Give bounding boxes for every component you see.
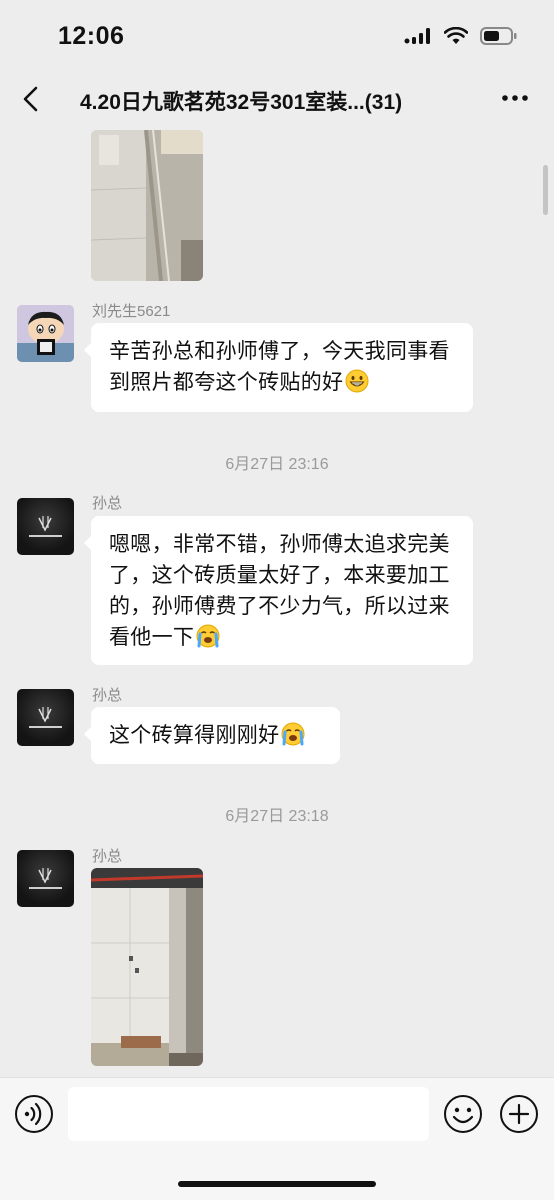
status-icons (404, 26, 518, 46)
loudly-crying-face-icon (196, 624, 220, 648)
message-text: 嗯嗯，非常不错，孙师傅太追求完美了，这个砖质量太好了，本来要加工的，孙师傅费了不… (109, 533, 450, 649)
cartoon-avatar-icon (17, 305, 74, 362)
grinning-face-icon (345, 369, 369, 393)
wifi-icon (444, 27, 468, 44)
photo-wall-tile-icon (91, 130, 203, 281)
sender-name: 孙总 (92, 687, 123, 704)
photo-bathroom-wall-icon (91, 868, 203, 1066)
chat-header: 4.20日九歌茗苑32号301室装...(31) (0, 70, 554, 130)
plus-icon[interactable] (499, 1094, 539, 1134)
ellipsis-icon[interactable] (500, 86, 530, 110)
avatar[interactable] (17, 850, 74, 907)
battery-icon (480, 27, 517, 45)
image-message[interactable] (91, 130, 203, 281)
avatar[interactable] (17, 689, 74, 746)
status-time: 12:06 (58, 22, 125, 50)
loudly-crying-face-icon (281, 722, 305, 746)
message-input[interactable] (68, 1087, 429, 1141)
message-text: 辛苦孙总和孙师傅了，今天我同事看到照片都夸这个砖贴的好 (109, 340, 450, 394)
emoji-icon[interactable] (443, 1094, 483, 1134)
image-message[interactable] (91, 868, 203, 1066)
message-text: 这个砖算得刚刚好 (109, 724, 280, 747)
message-list[interactable]: 刘先生5621 辛苦孙总和孙师傅了，今天我同事看到照片都夸这个砖贴的好 6月27… (0, 130, 554, 1077)
timestamp: 6月27日 23:16 (225, 456, 329, 473)
sender-name: 孙总 (92, 495, 123, 512)
avatar[interactable] (17, 498, 74, 555)
home-indicator (178, 1181, 376, 1187)
company-logo-icon (29, 868, 62, 889)
company-logo-icon (29, 707, 62, 728)
chevron-left-icon[interactable] (18, 84, 46, 114)
message-bubble[interactable]: 这个砖算得刚刚好 (84, 707, 340, 764)
sender-name: 孙总 (92, 848, 123, 865)
voice-icon[interactable] (14, 1094, 54, 1134)
message-bubble[interactable]: 嗯嗯，非常不错，孙师傅太追求完美了，这个砖质量太好了，本来要加工的，孙师傅费了不… (84, 516, 473, 665)
timestamp: 6月27日 23:18 (225, 808, 329, 825)
sender-name: 刘先生5621 (92, 303, 171, 320)
avatar[interactable] (17, 305, 74, 362)
message-bubble[interactable]: 辛苦孙总和孙师傅了，今天我同事看到照片都夸这个砖贴的好 (84, 323, 473, 412)
status-bar: 12:06 (0, 0, 554, 70)
chat-title: 4.20日九歌茗苑32号301室装...(31) (80, 91, 403, 114)
scrollbar[interactable] (543, 165, 548, 215)
company-logo-icon (29, 516, 62, 537)
cellular-signal-icon (404, 28, 430, 44)
